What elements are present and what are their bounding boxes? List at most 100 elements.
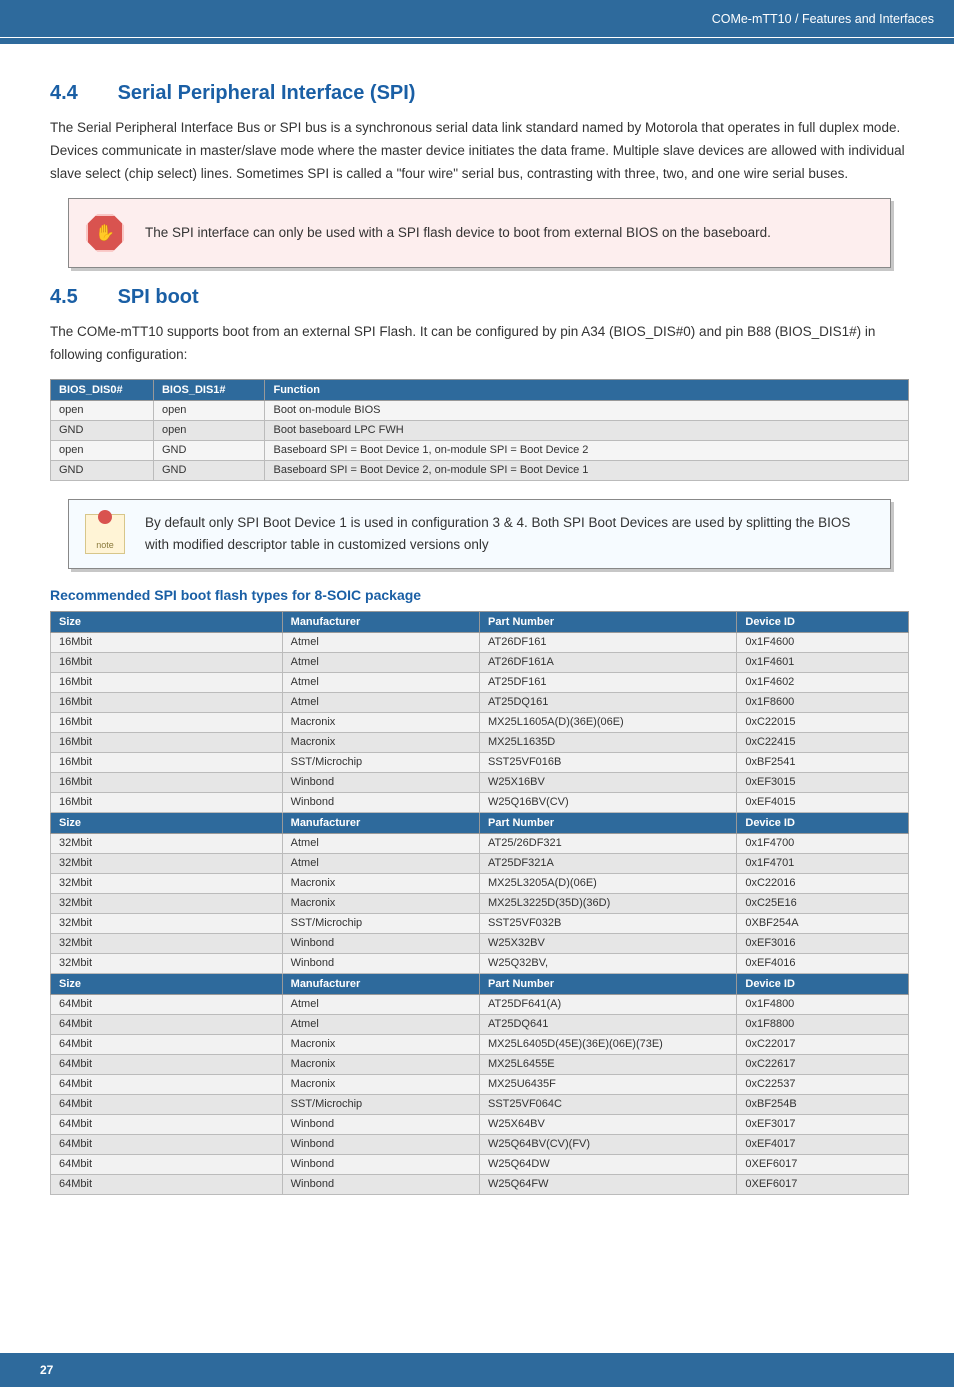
- bottom-spacer: [0, 1223, 954, 1343]
- table-cell: 16Mbit: [51, 712, 283, 732]
- table-cell: W25Q64BV(CV)(FV): [479, 1134, 736, 1154]
- flash-header: Size: [51, 973, 283, 994]
- table-cell: SST25VF064C: [479, 1094, 736, 1114]
- flash-header: Part Number: [479, 812, 736, 833]
- page-content: 4.4 Serial Peripheral Interface (SPI) Th…: [0, 44, 954, 1223]
- table-cell: Atmel: [282, 994, 479, 1014]
- table-row: GNDGNDBaseboard SPI = Boot Device 2, on-…: [51, 460, 909, 480]
- config-table: BIOS_DIS0# BIOS_DIS1# Function openopenB…: [50, 379, 909, 481]
- table-cell: 0xC22016: [737, 873, 909, 893]
- table-row: 64MbitAtmelAT25DQ6410x1F8800: [51, 1014, 909, 1034]
- table-cell: 64Mbit: [51, 1154, 283, 1174]
- table-cell: GND: [153, 440, 265, 460]
- section-4-5-para: The COMe-mTT10 supports boot from an ext…: [50, 321, 909, 367]
- flash-header: Device ID: [737, 611, 909, 632]
- table-cell: MX25L3225D(35D)(36D): [479, 893, 736, 913]
- table-cell: 0xC22415: [737, 732, 909, 752]
- table-cell: open: [51, 400, 154, 420]
- table-cell: 0XBF254A: [737, 913, 909, 933]
- table-cell: 0xC25E16: [737, 893, 909, 913]
- table-cell: Winbond: [282, 953, 479, 973]
- table-cell: Baseboard SPI = Boot Device 1, on-module…: [265, 440, 909, 460]
- table-cell: Winbond: [282, 772, 479, 792]
- table-cell: Atmel: [282, 692, 479, 712]
- cfg-header: BIOS_DIS0#: [51, 379, 154, 400]
- table-cell: SST/Microchip: [282, 1094, 479, 1114]
- table-cell: SST/Microchip: [282, 752, 479, 772]
- section-title: Serial Peripheral Interface (SPI): [118, 82, 416, 104]
- table-row: 64MbitWinbondW25X64BV0xEF3017: [51, 1114, 909, 1134]
- table-cell: 0xEF3016: [737, 933, 909, 953]
- table-cell: GND: [153, 460, 265, 480]
- table-cell: Winbond: [282, 933, 479, 953]
- flash-header: Size: [51, 611, 283, 632]
- table-row: 64MbitWinbondW25Q64FW0XEF6017: [51, 1174, 909, 1194]
- table-cell: 32Mbit: [51, 953, 283, 973]
- table-cell: 16Mbit: [51, 752, 283, 772]
- table-cell: MX25L6405D(45E)(36E)(06E)(73E): [479, 1034, 736, 1054]
- flash-header: Manufacturer: [282, 812, 479, 833]
- table-row: 64MbitMacronixMX25L6405D(45E)(36E)(06E)(…: [51, 1034, 909, 1054]
- table-cell: 16Mbit: [51, 632, 283, 652]
- table-cell: 0xC22015: [737, 712, 909, 732]
- flash-header: Part Number: [479, 611, 736, 632]
- warning-callout: The SPI interface can only be used with …: [68, 198, 891, 268]
- table-cell: 0x1F8800: [737, 1014, 909, 1034]
- table-cell: W25X64BV: [479, 1114, 736, 1134]
- table-cell: 0xBF254B: [737, 1094, 909, 1114]
- table-cell: 64Mbit: [51, 1034, 283, 1054]
- table-row: 16MbitWinbondW25X16BV0xEF3015: [51, 772, 909, 792]
- cfg-header: Function: [265, 379, 909, 400]
- table-cell: 64Mbit: [51, 1134, 283, 1154]
- table-cell: Macronix: [282, 1054, 479, 1074]
- note-text: By default only SPI Boot Device 1 is use…: [145, 512, 876, 555]
- flash-header: Manufacturer: [282, 611, 479, 632]
- table-cell: Boot baseboard LPC FWH: [265, 420, 909, 440]
- table-cell: 32Mbit: [51, 873, 283, 893]
- table-row: 64MbitWinbondW25Q64BV(CV)(FV)0xEF4017: [51, 1134, 909, 1154]
- table-cell: 0x1F4700: [737, 833, 909, 853]
- note-callout: By default only SPI Boot Device 1 is use…: [68, 499, 891, 569]
- table-cell: 16Mbit: [51, 792, 283, 812]
- config-table-wrap: BIOS_DIS0# BIOS_DIS1# Function openopenB…: [50, 379, 909, 481]
- table-row: 16MbitMacronixMX25L1605A(D)(36E)(06E)0xC…: [51, 712, 909, 732]
- table-cell: 0xEF4017: [737, 1134, 909, 1154]
- section-4-4-para: The Serial Peripheral Interface Bus or S…: [50, 117, 909, 186]
- stop-icon: [83, 211, 127, 255]
- table-cell: 0x1F4600: [737, 632, 909, 652]
- table-row: 32MbitWinbondW25X32BV0xEF3016: [51, 933, 909, 953]
- table-row: 16MbitAtmelAT25DQ1610x1F8600: [51, 692, 909, 712]
- table-cell: SST/Microchip: [282, 913, 479, 933]
- cfg-header: BIOS_DIS1#: [153, 379, 265, 400]
- table-cell: 16Mbit: [51, 692, 283, 712]
- table-row: 32MbitWinbondW25Q32BV,0xEF4016: [51, 953, 909, 973]
- table-cell: open: [153, 400, 265, 420]
- table-cell: AT25DF161: [479, 672, 736, 692]
- table-cell: AT25DF641(A): [479, 994, 736, 1014]
- table-row: 64MbitSST/MicrochipSST25VF064C0xBF254B: [51, 1094, 909, 1114]
- footer-bar: 27: [0, 1353, 954, 1387]
- table-cell: Winbond: [282, 1134, 479, 1154]
- table-row: 16MbitSST/MicrochipSST25VF016B0xBF2541: [51, 752, 909, 772]
- table-cell: Atmel: [282, 652, 479, 672]
- table-row: openGNDBaseboard SPI = Boot Device 1, on…: [51, 440, 909, 460]
- table-cell: Atmel: [282, 632, 479, 652]
- table-cell: 64Mbit: [51, 1114, 283, 1134]
- section-4-4-heading: 4.4 Serial Peripheral Interface (SPI): [50, 82, 909, 105]
- table-cell: AT25/26DF321: [479, 833, 736, 853]
- table-cell: AT25DF321A: [479, 853, 736, 873]
- table-cell: 0xEF3015: [737, 772, 909, 792]
- table-cell: 0xBF2541: [737, 752, 909, 772]
- table-row: openopenBoot on-module BIOS: [51, 400, 909, 420]
- table-cell: 0x1F4602: [737, 672, 909, 692]
- flash-header: Manufacturer: [282, 973, 479, 994]
- table-row: 16MbitMacronixMX25L1635D0xC22415: [51, 732, 909, 752]
- table-cell: 0xEF4016: [737, 953, 909, 973]
- section-title: SPI boot: [118, 286, 199, 308]
- table-cell: Winbond: [282, 1114, 479, 1134]
- table-row: 64MbitMacronixMX25L6455E0xC22617: [51, 1054, 909, 1074]
- table-cell: 0x1F8600: [737, 692, 909, 712]
- table-cell: 0XEF6017: [737, 1174, 909, 1194]
- table-cell: Winbond: [282, 792, 479, 812]
- table-cell: 32Mbit: [51, 853, 283, 873]
